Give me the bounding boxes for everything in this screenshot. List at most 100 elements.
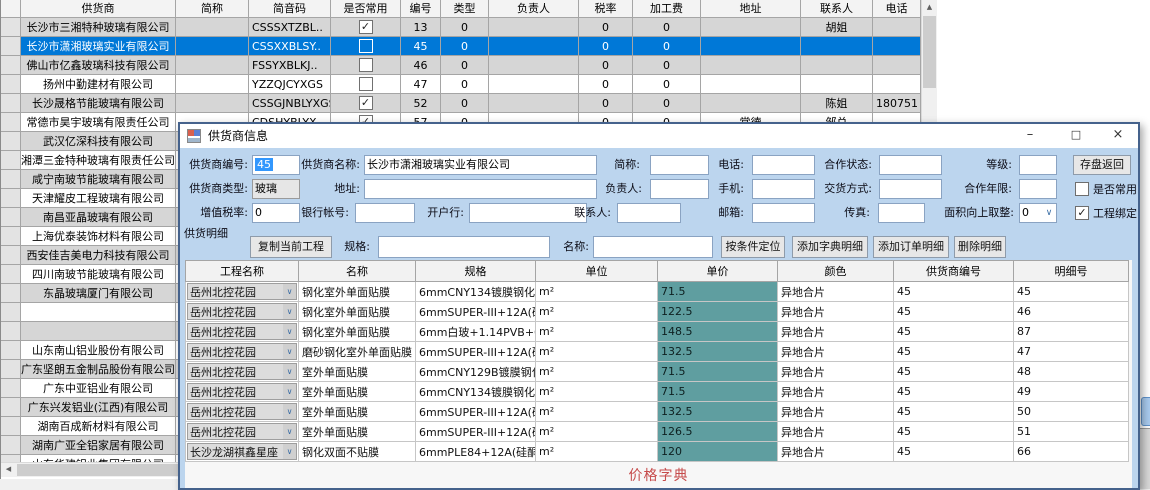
project-name-combobox[interactable]: 岳州北控花园∨ [187, 303, 297, 320]
spec-filter-input[interactable] [378, 236, 550, 258]
detail-row[interactable]: 岳州北控花园∨室外单面贴膜6mmSUPER-III+12A(硅...m²126.… [186, 422, 1129, 442]
column-header-supplier[interactable]: 供货商 [21, 0, 176, 18]
scroll-up-icon[interactable]: ▲ [922, 0, 937, 15]
grade-input[interactable] [1019, 155, 1057, 175]
column-header-contact[interactable]: 联系人 [801, 0, 873, 18]
detail-col-unit-price[interactable]: 单价 [658, 261, 778, 282]
scroll-left-icon[interactable]: ◀ [1, 463, 16, 476]
is-common-grid-checkbox[interactable]: ✓ [359, 20, 373, 34]
coop-years-input[interactable] [1019, 179, 1057, 199]
project-name-combobox[interactable]: 岳州北控花园∨ [187, 423, 297, 440]
fax-input[interactable] [878, 203, 925, 223]
supplier-row[interactable]: 长沙晟格节能玻璃有限公司CSSGJNBLYXGS✓52000陈姐180751 [1, 94, 921, 113]
email-input[interactable] [752, 203, 815, 223]
maximize-button[interactable]: □ [1056, 124, 1096, 148]
supplier-type-input[interactable]: 玻璃 [252, 179, 300, 199]
name-filter-input[interactable] [593, 236, 713, 258]
project-name-combobox[interactable]: 岳州北控花园∨ [187, 383, 297, 400]
delivery-method-input[interactable] [879, 179, 942, 199]
detail-row[interactable]: 岳州北控花园∨室外单面贴膜6mmSUPER-III+12A(硅...m²132.… [186, 402, 1129, 422]
grid-cell: 东晶玻璃厦门有限公司 [21, 284, 176, 303]
column-header-short-name[interactable]: 简称 [176, 0, 249, 18]
supplier-row[interactable]: 佛山市亿鑫玻璃科技有限公司FSSYXBLKJ..46000 [1, 56, 921, 75]
column-header-process-fee[interactable]: 加工费 [633, 0, 701, 18]
is-common-checkbox[interactable] [1075, 182, 1089, 196]
phone-input[interactable] [752, 155, 815, 175]
coop-status-input[interactable] [879, 155, 942, 175]
column-header-tax-rate[interactable]: 税率 [579, 0, 633, 18]
project-name-combobox[interactable]: 岳州北控花园∨ [187, 283, 297, 300]
add-dictionary-detail-button[interactable]: 添加字典明细 [792, 236, 868, 258]
detail-col-spec[interactable]: 规格 [416, 261, 536, 282]
short-name-input[interactable] [650, 155, 709, 175]
address-input[interactable] [364, 179, 597, 199]
detail-cell: 46 [1014, 302, 1129, 322]
is-common-checkbox-group[interactable]: 是否常用 [1075, 179, 1137, 199]
supplier-row[interactable]: 扬州中勤建材有限公司YZZQJCYXGS47000 [1, 75, 921, 94]
delete-detail-button[interactable]: 删除明细 [954, 236, 1006, 258]
detail-cell: 室外单面贴膜 [299, 402, 416, 422]
detail-cell: 45 [894, 402, 1014, 422]
project-name-combobox[interactable]: 岳州北控花园∨ [187, 323, 297, 340]
supplier-id-input[interactable]: 45 [252, 155, 300, 175]
detail-row[interactable]: 岳州北控花园∨钢化室外单面贴膜6mmSUPER-III+12A(硅...m²12… [186, 302, 1129, 322]
project-name-combobox[interactable]: 岳州北控花园∨ [187, 403, 297, 420]
contact-input[interactable] [617, 203, 681, 223]
supplier-row[interactable]: 长沙市三湘特种玻璃有限公司CSSSXTZBL..✓13000胡姐 [1, 18, 921, 37]
detail-col-supplier-id[interactable]: 供货商编号 [894, 261, 1014, 282]
detail-cell: 岳州北控花园∨ [186, 342, 299, 362]
copy-current-project-button[interactable]: 复制当前工程 [250, 236, 332, 258]
detail-row[interactable]: 岳州北控花园∨磨砂钢化室外单面贴膜6mmSUPER-III+12A(硅...m²… [186, 342, 1129, 362]
column-header-type[interactable]: 类型 [441, 0, 489, 18]
manager-input[interactable] [650, 179, 709, 199]
is-common-grid-checkbox[interactable] [359, 39, 373, 53]
column-header-pinyin-code[interactable]: 简音码 [249, 0, 331, 18]
mobile-input[interactable] [752, 179, 815, 199]
is-common-grid-checkbox[interactable] [359, 77, 373, 91]
project-name-combobox[interactable]: 岳州北控花园∨ [187, 343, 297, 360]
detail-row[interactable]: 岳州北控花园∨钢化室外单面贴膜6mm白玻+1.14PVB+6mm...m²148… [186, 322, 1129, 342]
column-header-phone[interactable]: 电话 [873, 0, 921, 18]
detail-col-detail-id[interactable]: 明细号 [1014, 261, 1129, 282]
column-header-manager[interactable]: 负责人 [489, 0, 579, 18]
column-header-address[interactable]: 地址 [701, 0, 801, 18]
is-common-grid-checkbox[interactable] [359, 58, 373, 72]
bank-account-input[interactable] [355, 203, 415, 223]
detail-cell: 磨砂钢化室外单面贴膜 [299, 342, 416, 362]
detail-cell: 钢化室外单面贴膜 [299, 282, 416, 302]
project-name-combobox[interactable]: 岳州北控花园∨ [187, 363, 297, 380]
delivery-method-label: 交货方式: [814, 179, 872, 199]
detail-cell: 71.5 [658, 362, 778, 382]
column-header-is-common[interactable]: 是否常用 [331, 0, 401, 18]
detail-cell: 47 [1014, 342, 1129, 362]
dialog-title-bar[interactable]: 供货商信息 – □ × [180, 124, 1138, 148]
detail-col-name[interactable]: 名称 [299, 261, 416, 282]
save-return-button[interactable]: 存盘返回 [1073, 155, 1131, 175]
supplier-row[interactable]: 长沙市潇湘玻璃实业有限公司CSSXXBLSY..45000 [1, 37, 921, 56]
supplier-name-input[interactable]: 长沙市潇湘玻璃实业有限公司 [364, 155, 597, 175]
close-button[interactable]: × [1098, 124, 1138, 148]
detail-col-unit[interactable]: 单位 [536, 261, 658, 282]
area-round-up-combobox[interactable]: 0 ∨ [1019, 203, 1057, 223]
detail-row[interactable]: 长沙龙湖祺鑫星座∨钢化双面不贴膜6mmPLE84+12A(硅酮胶...m²120… [186, 442, 1129, 462]
detail-row[interactable]: 岳州北控花园∨室外单面贴膜6mmCNY129B镀膜钢化m²71.5异地合片454… [186, 362, 1129, 382]
vertical-scrollbar-thumb[interactable] [923, 16, 936, 88]
locate-by-condition-button[interactable]: 按条件定位 [721, 236, 785, 258]
short-name-label: 简称: [605, 155, 640, 175]
column-header-id[interactable]: 编号 [401, 0, 441, 18]
detail-row[interactable]: 岳州北控花园∨钢化室外单面贴膜6mmCNY134镀膜钢化m²71.5异地合片45… [186, 282, 1129, 302]
detail-col-color[interactable]: 颜色 [778, 261, 894, 282]
project-name-combobox[interactable]: 长沙龙湖祺鑫星座∨ [187, 443, 297, 460]
grid-cell: 常德市昊宇玻璃有限责任公司 [21, 113, 176, 132]
add-order-detail-button[interactable]: 添加订单明细 [873, 236, 949, 258]
is-common-grid-checkbox[interactable]: ✓ [359, 96, 373, 110]
project-bind-checkbox[interactable]: ✓ [1075, 206, 1089, 220]
project-bind-checkbox-group[interactable]: ✓ 工程绑定 [1075, 203, 1137, 223]
detail-cell: 钢化双面不贴膜 [299, 442, 416, 462]
minimize-button[interactable]: – [1010, 124, 1050, 148]
detail-col-project[interactable]: 工程名称 [186, 261, 299, 282]
price-dictionary-label: 价格字典 [185, 465, 1132, 485]
vat-rate-label: 增值税率: [182, 203, 248, 223]
detail-cell: 6mmCNY129B镀膜钢化 [416, 362, 536, 382]
detail-row[interactable]: 岳州北控花园∨室外单面贴膜6mmCNY134镀膜钢化m²71.5异地合片4549 [186, 382, 1129, 402]
